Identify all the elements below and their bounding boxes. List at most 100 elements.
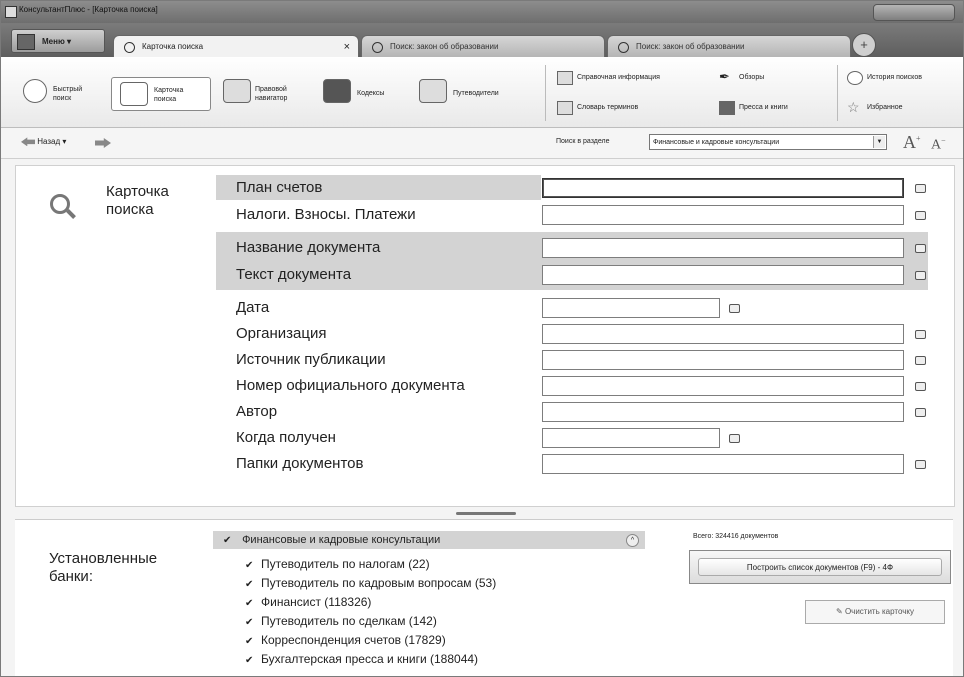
edit-icon[interactable] [915, 184, 926, 193]
guides-button[interactable]: Путеводители [419, 79, 531, 107]
clock-icon [847, 71, 863, 85]
font-smaller-button[interactable]: A− [931, 136, 946, 154]
edit-icon[interactable] [915, 211, 926, 220]
search-icon [618, 42, 629, 53]
field-chart-of-accounts: План счетов [216, 175, 926, 200]
tab-search-law-2[interactable]: Поиск: закон об образовании [607, 35, 851, 57]
bank-item[interactable]: ✔ Путеводитель по сделкам (142) [245, 612, 437, 632]
field-label: Папки документов [236, 455, 364, 472]
edit-icon[interactable] [915, 382, 926, 391]
glossary-button[interactable]: Словарь терминов [557, 101, 705, 115]
edit-icon[interactable] [915, 408, 926, 417]
field-label: Дата [236, 299, 270, 316]
card-title: Карточка поиска [106, 183, 169, 218]
window-controls[interactable] [873, 4, 955, 21]
edit-icon[interactable] [915, 244, 926, 253]
forward-arrow-icon[interactable] [95, 138, 111, 148]
document-text-input[interactable] [542, 265, 904, 285]
tab-search-law-1[interactable]: Поиск: закон об образовании [361, 35, 605, 57]
search-card-panel: Карточка поиска План счетов Налоги. Взно… [15, 165, 955, 507]
search-card-button[interactable]: Карточка поиска [111, 77, 211, 111]
author-input[interactable] [542, 402, 904, 422]
bank-item[interactable]: ✔ Путеводитель по налогам (22) [245, 555, 430, 575]
checkbox-checked-icon[interactable]: ✔ [245, 633, 255, 651]
bank-item[interactable]: ✔ Корреспонденция счетов (17829) [245, 631, 446, 651]
favorites-button[interactable]: ☆ Избранное [847, 100, 961, 115]
panel-splitter[interactable] [456, 512, 516, 515]
info-icon [557, 71, 573, 85]
total-documents: Всего: 324416 документов [693, 533, 779, 540]
edit-icon[interactable] [915, 330, 926, 339]
codes-button[interactable]: Кодексы [323, 79, 413, 107]
chevron-down-icon[interactable]: ▾ [62, 137, 66, 146]
reference-info-button[interactable]: Справочная информация [557, 71, 705, 85]
chevron-down-icon: ▾ [67, 37, 72, 46]
search-card-label: Карточка поиска [154, 87, 184, 103]
edit-icon[interactable] [729, 304, 740, 313]
edit-icon[interactable] [729, 434, 740, 443]
chevron-down-icon[interactable]: ▼ [873, 136, 885, 148]
new-tab-button[interactable]: + [852, 33, 876, 57]
field-label: Источник публикации [236, 351, 386, 368]
checkbox-checked-icon[interactable]: ✔ [245, 595, 255, 613]
checkbox-checked-icon[interactable]: ✔ [245, 557, 255, 575]
signpost-icon [419, 79, 447, 103]
document-folders-input[interactable] [542, 454, 904, 474]
search-card-icon [48, 192, 78, 222]
field-organization: Организация [216, 321, 926, 346]
bank-group-header[interactable]: ✔ Финансовые и кадровые консультации ^ [213, 531, 645, 549]
quick-search-button[interactable]: Быстрый поиск [23, 79, 103, 107]
press-books-button[interactable]: Пресса и книги [719, 101, 829, 115]
pen-icon: ✒ [719, 69, 730, 84]
chart-of-accounts-input[interactable] [542, 178, 904, 198]
back-arrow-icon [21, 137, 35, 147]
eraser-icon: ✎ [836, 607, 845, 616]
ribbon: Быстрый поиск Карточка поиска Правовой н… [1, 57, 963, 128]
edit-icon[interactable] [915, 356, 926, 365]
checkbox-checked-icon[interactable]: ✔ [223, 532, 233, 550]
field-received-date: Когда получен [216, 425, 926, 450]
legal-navigator-button[interactable]: Правовой навигатор [223, 79, 317, 107]
close-icon[interactable]: × [344, 36, 350, 58]
publication-source-input[interactable] [542, 350, 904, 370]
taxes-input[interactable] [542, 205, 904, 225]
font-larger-button[interactable]: A+ [903, 132, 921, 153]
glossary-label: Словарь терминов [577, 104, 639, 111]
organization-input[interactable] [542, 324, 904, 344]
reviews-button[interactable]: ✒ Обзоры [719, 69, 819, 85]
codes-label: Кодексы [357, 90, 385, 97]
checkbox-checked-icon[interactable]: ✔ [245, 576, 255, 594]
bank-item-label: Путеводитель по кадровым вопросам (53) [261, 576, 497, 590]
document-title-input[interactable] [542, 238, 904, 258]
date-input[interactable] [542, 298, 720, 318]
search-history-label: История поисков [867, 74, 922, 81]
field-taxes: Налоги. Взносы. Платежи [216, 202, 926, 227]
back-button[interactable]: Назад ▾ [21, 137, 66, 147]
checkbox-checked-icon[interactable]: ✔ [245, 614, 255, 632]
search-icon [124, 42, 135, 53]
menu-button[interactable]: Меню ▾ [11, 29, 105, 53]
field-date: Дата [216, 295, 926, 320]
tab-label: Карточка поиска [142, 42, 204, 51]
bank-item[interactable]: ✔ Бухгалтерская пресса и книги (188044) [245, 650, 478, 670]
official-number-input[interactable] [542, 376, 904, 396]
edit-icon[interactable] [915, 460, 926, 469]
tab-label: Поиск: закон об образовании [390, 42, 499, 51]
collapse-icon[interactable]: ^ [626, 534, 639, 547]
bank-item[interactable]: ✔ Путеводитель по кадровым вопросам (53) [245, 574, 496, 594]
section-select[interactable]: Финансовые и кадровые консультации ▼ [649, 134, 887, 150]
edit-icon[interactable] [915, 271, 926, 280]
tab-search-card[interactable]: Карточка поиска × [113, 35, 359, 57]
build-list-button[interactable]: Построить список документов (F9) - 4Ф [689, 550, 951, 584]
window-title: КонсультантПлюс - [Карточка поиска] [19, 5, 158, 14]
received-date-input[interactable] [542, 428, 720, 448]
field-label: Название документа [236, 239, 381, 256]
search-history-button[interactable]: История поисков [847, 71, 961, 85]
bank-item[interactable]: ✔ Финансист (118326) [245, 593, 371, 613]
clear-card-button[interactable]: ✎ Очистить карточку [805, 600, 945, 624]
app-window: КонсультантПлюс - [Карточка поиска] Меню… [0, 0, 964, 677]
checkbox-checked-icon[interactable]: ✔ [245, 652, 255, 670]
font-larger-label: A [903, 132, 916, 152]
bank-item-label: Бухгалтерская пресса и книги (188044) [261, 652, 479, 666]
section-value: Финансовые и кадровые консультации [653, 139, 780, 146]
